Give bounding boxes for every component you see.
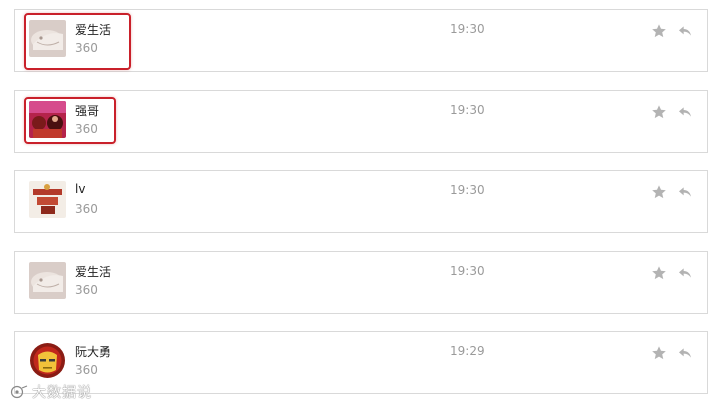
avatar — [29, 181, 66, 218]
star-icon[interactable] — [651, 104, 667, 120]
highlight-box — [24, 97, 116, 144]
message-card[interactable]: 阮大勇 360 19:29 — [14, 331, 708, 394]
message-card[interactable]: lv 360 19:30 — [14, 170, 708, 233]
watermark-logo-icon — [10, 384, 28, 399]
cake-photo-icon — [29, 262, 66, 299]
message-time: 19:30 — [450, 183, 485, 197]
message-card[interactable]: 爱生活 360 19:30 — [14, 251, 708, 314]
avatar — [29, 342, 66, 379]
message-time: 19:30 — [450, 22, 485, 36]
sender-subtitle: 360 — [75, 283, 98, 297]
reply-icon[interactable] — [677, 104, 693, 120]
watermark-text: 大数据说 — [32, 385, 92, 401]
sender-name: lv — [75, 182, 86, 196]
message-time: 19:30 — [450, 264, 485, 278]
message-card[interactable]: 强哥 360 19:30 — [14, 90, 708, 153]
avatar — [29, 262, 66, 299]
message-time: 19:29 — [450, 344, 485, 358]
reply-icon[interactable] — [677, 23, 693, 39]
star-icon[interactable] — [651, 23, 667, 39]
sender-name: 阮大勇 — [75, 345, 112, 359]
reply-icon[interactable] — [677, 345, 693, 361]
star-icon[interactable] — [651, 265, 667, 281]
sender-subtitle: 360 — [75, 363, 98, 377]
sender-subtitle: 360 — [75, 202, 98, 216]
reply-icon[interactable] — [677, 265, 693, 281]
sender-name: 爱生活 — [75, 265, 112, 279]
highlight-box — [24, 13, 131, 70]
star-icon[interactable] — [651, 345, 667, 361]
message-time: 19:30 — [450, 103, 485, 117]
reply-icon[interactable] — [677, 184, 693, 200]
star-icon[interactable] — [651, 184, 667, 200]
chinese-dragon-photo-icon — [29, 181, 66, 218]
iron-man-icon — [30, 343, 65, 378]
